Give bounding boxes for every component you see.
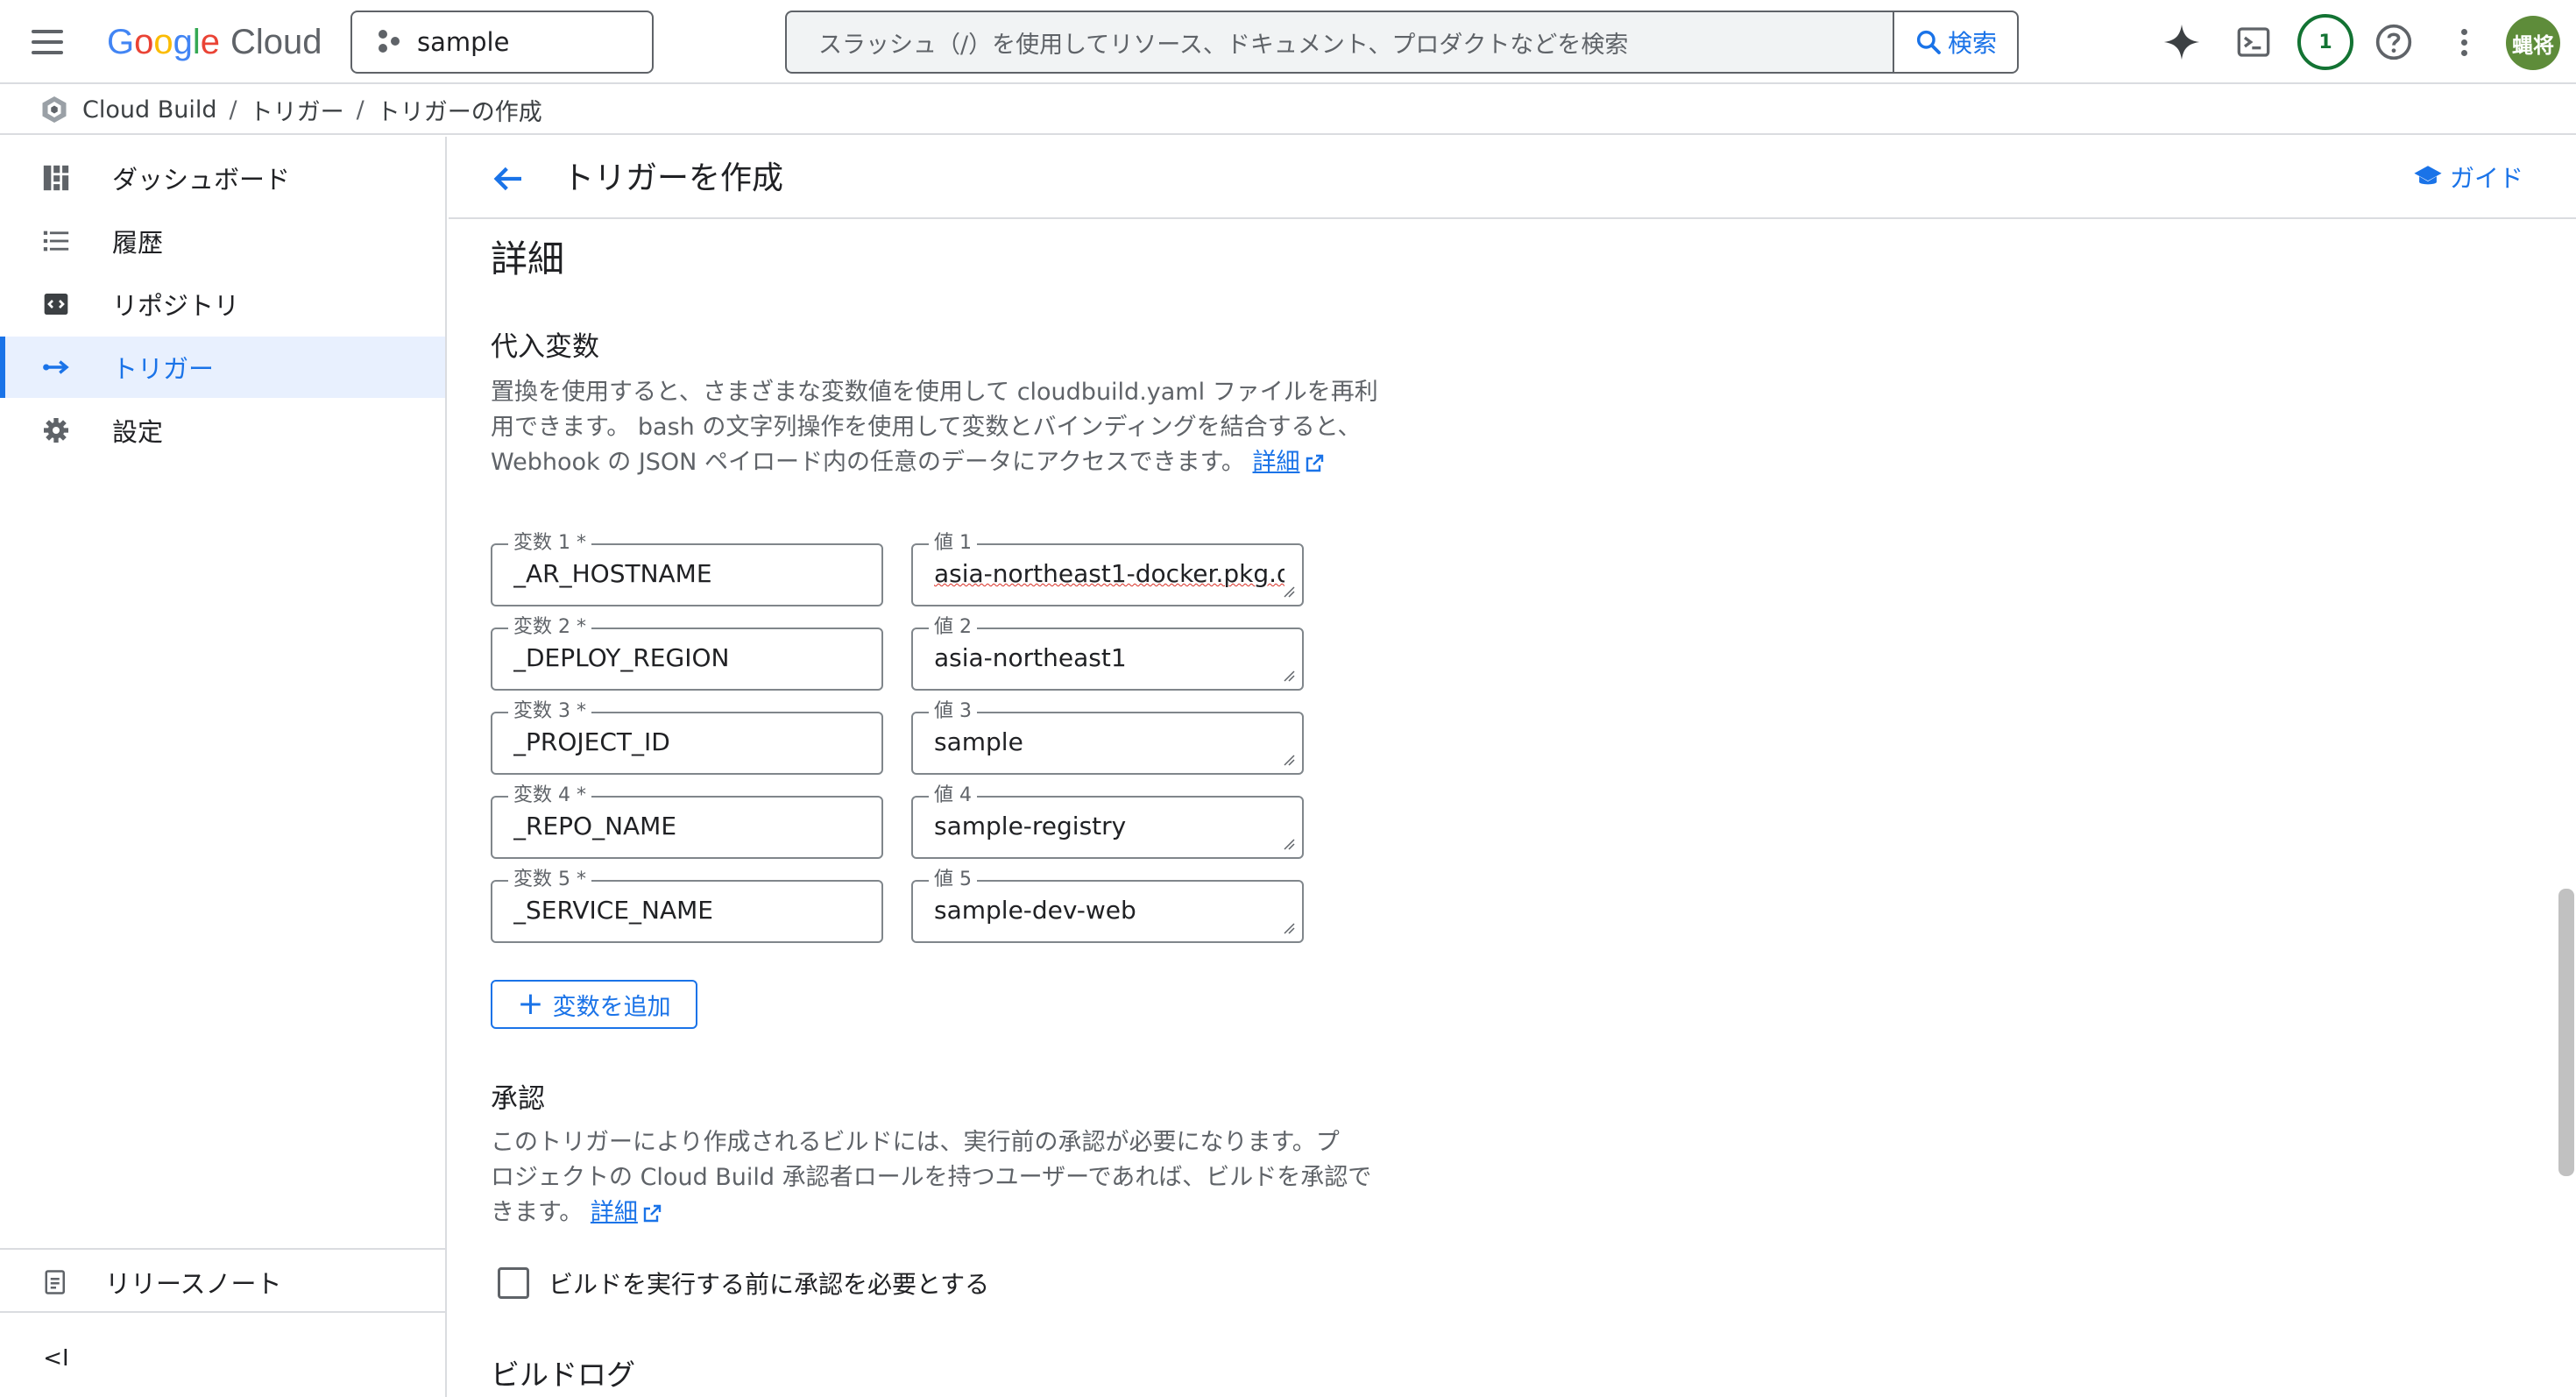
resize-handle-icon[interactable] [1283,754,1295,766]
project-icon [377,30,401,54]
resize-handle-icon[interactable] [1283,838,1295,850]
approval-description: このトリガーにより作成されるビルドには、実行前の承認が必要になります。プ ロジェ… [491,1129,1372,1226]
notifications-badge[interactable]: 1 [2297,14,2353,70]
gemini-icon[interactable] [2157,18,2206,67]
resize-handle-icon[interactable] [1283,585,1295,598]
resize-handle-icon[interactable] [1283,670,1295,682]
dashboard-icon [40,162,72,194]
breadcrumb-separator: / [356,96,364,124]
sidebar-item-dashboard[interactable]: ダッシュボード [0,147,445,209]
external-link-icon [643,1204,662,1222]
approval-heading: 承認 [491,1083,545,1115]
variable-5-key-field[interactable]: 変数 5 * _SERVICE_NAME [491,868,883,943]
collapse-sidebar-icon[interactable]: <I [39,1341,74,1376]
divider [0,1248,445,1250]
plus-icon: + [517,986,544,1022]
variable-4-value-field[interactable]: 値 4 sample-registry [911,784,1304,859]
approval-learn-more-link[interactable]: 詳細 [591,1199,638,1226]
substitution-learn-more-link[interactable]: 詳細 [1253,449,1300,476]
breadcrumb-cloud-build[interactable]: Cloud Build [82,96,216,124]
build-log-heading: ビルドログ [491,1358,635,1392]
breadcrumb: Cloud Build / トリガー / トリガーの作成 [0,86,2576,135]
back-arrow-icon[interactable] [484,154,533,203]
cloud-shell-icon[interactable] [2229,18,2278,67]
variable-1-value-field[interactable]: 値 1 asia-northeast1-docker.pkg.dev [911,531,1304,606]
project-picker[interactable]: sample [350,11,654,74]
repository-icon [40,288,72,320]
cloud-build-icon [42,96,67,123]
variable-4-key-field[interactable]: 変数 4 * _REPO_NAME [491,784,883,859]
require-approval-checkbox[interactable]: ビルドを実行する前に承認を必要とする [498,1266,989,1301]
top-bar: Google Cloud sample スラッシュ（/）を使用してリソース、ドキ… [0,0,2576,84]
breadcrumb-separator: / [229,96,237,124]
search-input[interactable]: スラッシュ（/）を使用してリソース、ドキュメント、プロダクトなどを検索 [785,11,1893,74]
variable-5-value-field[interactable]: 値 5 sample-dev-web [911,868,1304,943]
main-content: 詳細 代入変数 置換を使用すると、さまざまな変数値を使用して cloudbuil… [449,221,2560,1397]
list-icon [40,225,72,257]
search-icon [1916,30,1941,54]
google-cloud-logo[interactable]: Google Cloud [107,18,322,67]
gear-icon [40,415,72,446]
external-link-icon [1306,454,1323,472]
search-button[interactable]: 検索 [1893,11,2019,74]
more-vert-icon[interactable] [2439,18,2488,67]
sidebar-item-triggers[interactable]: トリガー [0,337,445,398]
release-notes-link[interactable]: リリースノート [0,1252,445,1313]
search-button-label: 検索 [1947,29,1997,58]
page-title: トリガーを作成 [563,160,784,196]
scrollbar-track[interactable] [2557,221,2576,1397]
variable-3-key-field[interactable]: 変数 3 * _PROJECT_ID [491,699,883,775]
divider [0,1311,445,1313]
sidebar-item-repositories[interactable]: リポジトリ [0,273,445,335]
substitution-heading: 代入変数 [491,331,599,363]
avatar[interactable]: 蝿将 [2506,16,2560,70]
guide-link[interactable]: ガイド [2413,160,2523,195]
variable-1-key-field[interactable]: 変数 1 * _AR_HOSTNAME [491,531,883,606]
variable-3-value-field[interactable]: 値 3 sample [911,699,1304,775]
variable-2-value-field[interactable]: 値 2 asia-northeast1 [911,615,1304,691]
breadcrumb-triggers[interactable]: トリガー [250,93,344,127]
substitution-description: 置換を使用すると、さまざまな変数値を使用して cloudbuild.yaml フ… [491,379,1378,476]
checkbox-unchecked-icon[interactable] [498,1267,529,1299]
page-header: トリガーを作成 ガイド [449,137,2576,219]
sidebar: ダッシュボード 履歴 リポジトリ トリガー 設定 リリースノート <I [0,137,447,1397]
sidebar-item-history[interactable]: 履歴 [0,210,445,272]
section-title: 詳細 [491,238,565,280]
variable-2-key-field[interactable]: 変数 2 * _DEPLOY_REGION [491,615,883,691]
release-notes-icon [40,1266,72,1298]
breadcrumb-create-trigger: トリガーの作成 [376,98,542,126]
scrollbar-thumb[interactable] [2558,889,2574,1176]
help-icon[interactable] [2369,18,2418,67]
sidebar-item-settings[interactable]: 設定 [0,400,445,461]
school-icon [2414,166,2442,185]
project-name: sample [417,27,510,57]
trigger-icon [40,351,72,383]
menu-icon[interactable] [23,18,72,67]
add-variable-button[interactable]: + 変数を追加 [491,980,697,1029]
resize-handle-icon[interactable] [1283,922,1295,934]
